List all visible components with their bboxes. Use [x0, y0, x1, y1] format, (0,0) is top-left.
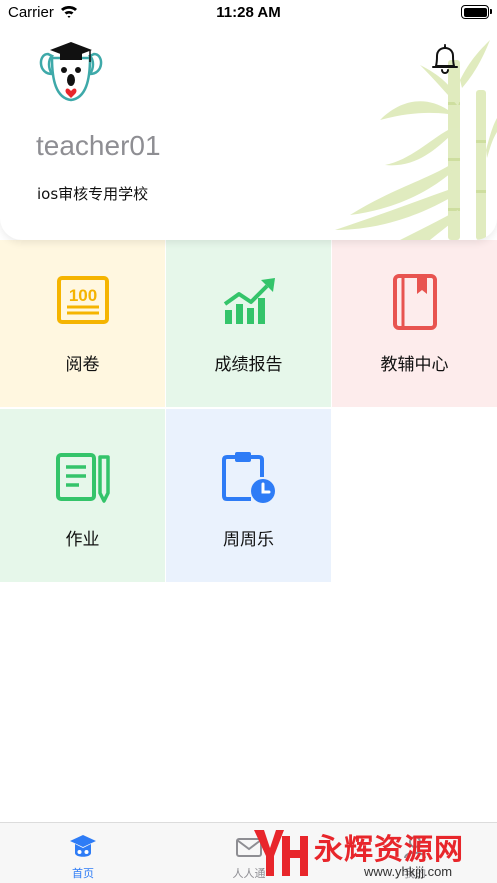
tile-label: 作业 [65, 530, 100, 550]
battery-icon [461, 5, 492, 19]
bell-icon[interactable] [428, 42, 462, 76]
bamboo-decoration [335, 40, 497, 240]
tab-label: 首页 [72, 867, 94, 880]
tile-weekly-fun[interactable]: 周周乐 [166, 409, 331, 582]
avatar[interactable] [38, 40, 104, 106]
graduate-cap-icon [70, 835, 96, 857]
clock: 11:28 AM [216, 4, 281, 21]
profile-header: teacher01 ios审核专用学校 [0, 0, 497, 240]
svg-text:100: 100 [68, 286, 96, 305]
growth-chart-icon [223, 278, 275, 324]
tab-home[interactable]: 首页 [0, 823, 166, 883]
tile-tutoring-center[interactable]: 教辅中心 [332, 240, 497, 407]
tile-marking[interactable]: 100 阅卷 [0, 240, 165, 407]
watermark-text: 永辉资源网 [314, 832, 465, 866]
tile-homework[interactable]: 作业 [0, 409, 165, 582]
tile-label: 阅卷 [65, 355, 100, 375]
watermark-url: www.yhkjjj.com [364, 864, 453, 879]
book-icon [392, 274, 437, 330]
school-name: ios审核专用学校 [37, 185, 149, 203]
clipboard-clock-icon [221, 452, 275, 503]
watermark: 永辉资源网 www.yhkjjj.com [250, 822, 497, 883]
notebook-pen-icon [55, 453, 110, 503]
tile-label: 周周乐 [223, 530, 274, 550]
tile-score-report[interactable]: 成绩报告 [166, 240, 331, 407]
score-100-icon: 100 [56, 276, 109, 324]
username: teacher01 [36, 130, 161, 161]
status-bar: Carrier 11:28 AM [0, 0, 497, 28]
tile-label: 教辅中心 [380, 355, 449, 375]
watermark-logo [254, 830, 308, 876]
app-screen: teacher01 ios审核专用学校 Carrier 11:28 AM 100 [0, 0, 497, 883]
tile-label: 成绩报告 [214, 355, 283, 375]
